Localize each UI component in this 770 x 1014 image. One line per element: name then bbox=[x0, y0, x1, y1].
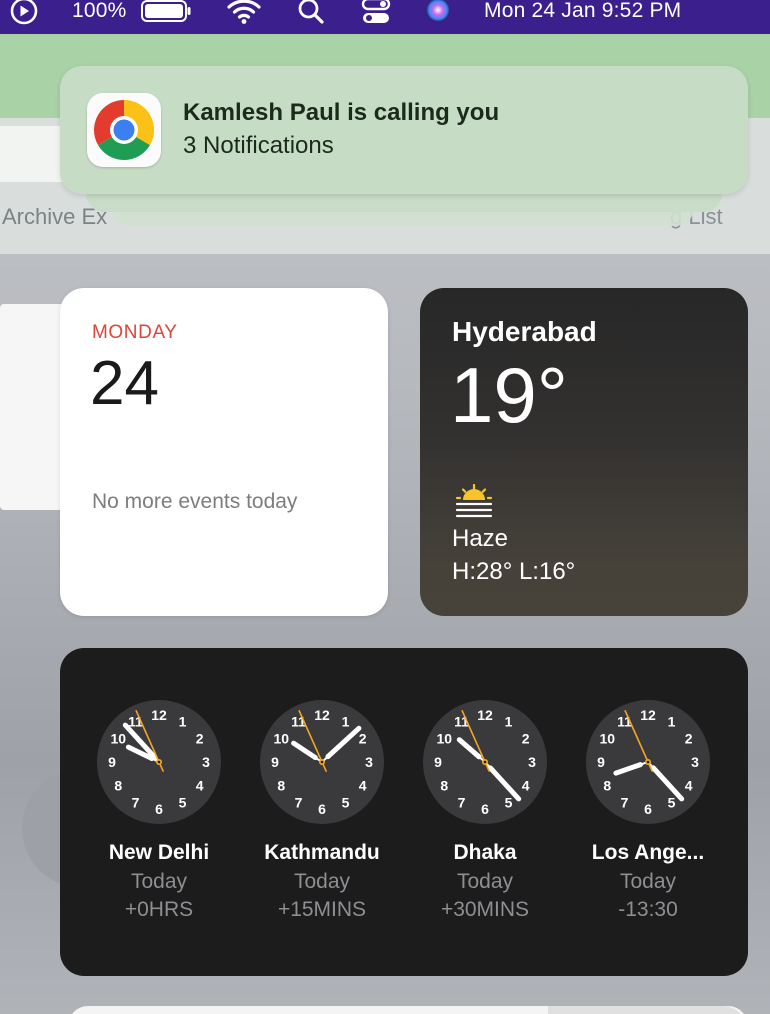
wifi-icon[interactable] bbox=[226, 0, 262, 26]
clock-center-dot bbox=[483, 760, 487, 764]
clock-numeral: 9 bbox=[434, 754, 442, 770]
clock-center-dot bbox=[157, 760, 161, 764]
clock-numeral: 5 bbox=[668, 795, 676, 811]
clock-numeral: 4 bbox=[359, 778, 367, 794]
clock-numeral: 12 bbox=[477, 707, 493, 723]
notification-card[interactable]: Kamlesh Paul is calling you 3 Notificati… bbox=[60, 66, 748, 194]
weather-widget[interactable]: Hyderabad 19° Haze H:28° L:16° bbox=[420, 288, 748, 616]
clock-center-dot bbox=[320, 760, 324, 764]
clock-numeral: 9 bbox=[597, 754, 605, 770]
clock-city: Dhaka bbox=[453, 841, 517, 864]
clock-numeral: 2 bbox=[685, 731, 693, 747]
calendar-date: 24 bbox=[90, 349, 159, 418]
clock-day: Today bbox=[130, 870, 188, 893]
clock-numeral: 3 bbox=[528, 754, 536, 770]
clock-numeral: 7 bbox=[458, 795, 466, 811]
clock-numeral: 12 bbox=[151, 707, 167, 723]
clock-numeral: 1 bbox=[505, 713, 513, 729]
world-clock-dhaka: 12 1 2 3 4 5 6 7 8 9 10 11 Dhaka Today +30MINS bbox=[403, 648, 567, 976]
clock-offset: +15MINS bbox=[277, 898, 367, 921]
next-widget-peek-right bbox=[548, 1006, 748, 1014]
background-app-text-left: Archive Ex bbox=[2, 204, 108, 229]
analog-clock-face: 12 1234567891011 bbox=[97, 700, 221, 824]
clock-numeral: 3 bbox=[691, 754, 699, 770]
clock-numeral: 12 bbox=[314, 707, 330, 723]
menu-bar: 100% Mon 24 Jan 9:52 PM bbox=[0, 0, 770, 34]
clock-numeral: 2 bbox=[359, 731, 367, 747]
clock-numeral: 6 bbox=[481, 801, 489, 817]
clock-numeral: 8 bbox=[440, 778, 448, 794]
control-center-icon[interactable] bbox=[360, 0, 392, 26]
clock-numeral: 10 bbox=[111, 731, 127, 747]
world-clock-new-delhi: 12 1 2 3 4 5 6 7 8 9 10 11 New Delhi Today +0HRS bbox=[77, 648, 241, 976]
clock-offset: -13:30 bbox=[618, 898, 678, 921]
clock-numeral: 8 bbox=[114, 778, 122, 794]
clock-numeral: 12 bbox=[640, 707, 656, 723]
play-circle-icon[interactable] bbox=[8, 0, 40, 26]
analog-clock-face: 12 1234567891011 bbox=[260, 700, 384, 824]
clock-numeral: 4 bbox=[685, 778, 693, 794]
clock-numeral: 2 bbox=[196, 731, 204, 747]
clock-center-dot bbox=[646, 760, 650, 764]
notification-count: 3 Notifications bbox=[183, 132, 334, 159]
clock-day: Today bbox=[619, 870, 677, 893]
clock-numeral: 6 bbox=[644, 801, 652, 817]
siri-icon[interactable] bbox=[422, 0, 454, 26]
clock-numeral: 3 bbox=[202, 754, 210, 770]
clock-numeral: 5 bbox=[179, 795, 187, 811]
calendar-weekday: MONDAY bbox=[92, 322, 178, 343]
clock-day: Today bbox=[456, 870, 514, 893]
clock-numeral: 10 bbox=[600, 731, 616, 747]
clock-city: Kathmandu bbox=[264, 841, 380, 864]
weather-temperature: 19° bbox=[450, 351, 568, 439]
clock-numeral: 7 bbox=[621, 795, 629, 811]
clock-numeral: 10 bbox=[437, 731, 453, 747]
world-clock-kathmandu: 12 1 2 3 4 5 6 7 8 9 10 11 Kathmandu Today +15MINS bbox=[240, 648, 404, 976]
clock-day: Today bbox=[293, 870, 351, 893]
clock-numeral: 6 bbox=[155, 801, 163, 817]
clock-numeral: 4 bbox=[522, 778, 530, 794]
analog-clock-face: 12 1234567891011 bbox=[423, 700, 547, 824]
clock-numeral: 7 bbox=[132, 795, 140, 811]
clock-city: Los Ange... bbox=[591, 841, 705, 864]
battery-percentage[interactable]: 100% bbox=[72, 0, 127, 26]
menu-bar-clock[interactable]: Mon 24 Jan 9:52 PM bbox=[484, 0, 681, 26]
clock-numeral: 3 bbox=[365, 754, 373, 770]
clock-numeral: 9 bbox=[271, 754, 279, 770]
world-clock-widget[interactable]: 12 1 2 3 4 5 6 7 8 9 10 11 New Delhi Today +0HRS 12… bbox=[60, 648, 748, 976]
clock-numeral: 1 bbox=[668, 713, 676, 729]
analog-clock-face: 12 1234567891011 bbox=[586, 700, 710, 824]
clock-numeral: 1 bbox=[342, 713, 350, 729]
clock-numeral: 10 bbox=[274, 731, 290, 747]
clock-offset: +30MINS bbox=[440, 898, 530, 921]
weather-high-low: H:28° L:16° bbox=[452, 558, 576, 585]
clock-numeral: 2 bbox=[522, 731, 530, 747]
chrome-icon bbox=[87, 93, 161, 167]
clock-numeral: 9 bbox=[108, 754, 116, 770]
search-icon[interactable] bbox=[296, 0, 326, 26]
clock-city: New Delhi bbox=[108, 841, 210, 864]
world-clock-los-angeles: 12 1 2 3 4 5 6 7 8 9 10 11 Los Ange... Today -13:30 bbox=[566, 648, 730, 976]
clock-numeral: 5 bbox=[342, 795, 350, 811]
calendar-widget[interactable]: MONDAY 24 No more events today bbox=[60, 288, 388, 616]
clock-numeral: 8 bbox=[603, 778, 611, 794]
clock-numeral: 8 bbox=[277, 778, 285, 794]
weather-condition: Haze bbox=[452, 525, 509, 552]
clock-numeral: 7 bbox=[295, 795, 303, 811]
clock-numeral: 1 bbox=[179, 713, 187, 729]
clock-numeral: 6 bbox=[318, 801, 326, 817]
clock-numeral: 5 bbox=[505, 795, 513, 811]
clock-offset: +0HRS bbox=[124, 898, 194, 921]
weather-city: Hyderabad bbox=[452, 316, 597, 347]
notification-title: Kamlesh Paul is calling you bbox=[183, 99, 500, 126]
haze-icon bbox=[454, 483, 494, 525]
clock-numeral: 4 bbox=[196, 778, 204, 794]
calendar-events-text: No more events today bbox=[92, 490, 298, 513]
battery-icon[interactable] bbox=[140, 0, 192, 26]
